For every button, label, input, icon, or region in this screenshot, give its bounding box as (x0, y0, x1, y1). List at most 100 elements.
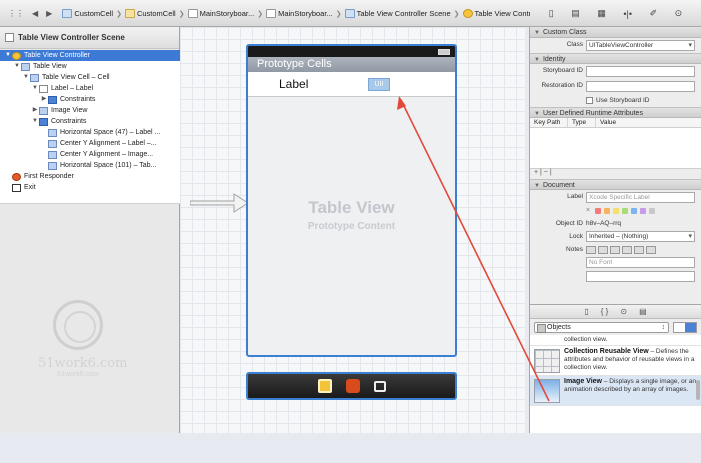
outline-item[interactable]: ▼ Constraints (0, 116, 180, 127)
outline-item[interactable]: ▶ Constraints (0, 94, 180, 105)
connections-inspector-icon[interactable]: ⊙ (675, 8, 683, 19)
constraints-icon (39, 117, 48, 126)
crumb-group[interactable]: CustomCell ❯ (124, 9, 188, 18)
udra-table-header: Key Path Type Value (530, 118, 701, 128)
crumb-project[interactable]: CustomCell ❯ (62, 9, 125, 18)
outline-item[interactable]: Exit (0, 182, 180, 193)
outline-item[interactable]: ▼ Table View (0, 61, 180, 72)
disclosure-triangle-icon[interactable]: ▶ (40, 94, 48, 105)
outline-item[interactable]: Center Y Alignment – Image... (0, 149, 180, 160)
udra-table[interactable] (530, 128, 701, 169)
crumb-arrow-icon: ❯ (116, 10, 122, 18)
cell-image-view[interactable]: UII (368, 78, 390, 91)
attributes-inspector-icon[interactable]: •|• (623, 9, 632, 19)
notes-font-field[interactable]: No Font (586, 257, 695, 268)
color-swatch[interactable] (640, 207, 647, 214)
library-item-collection-reusable-view[interactable]: Collection Reusable View – Defines the a… (530, 346, 701, 376)
file-inspector-icon[interactable]: ▯ (549, 8, 554, 19)
grid-view-icon[interactable] (674, 323, 685, 332)
disclosure-triangle-icon[interactable]: ▼ (13, 61, 21, 72)
crumb-scene[interactable]: Table View Controller Scene ❯ (344, 9, 463, 18)
file-template-tab-icon[interactable]: ▯ (584, 307, 588, 316)
object-library-tab-icon[interactable]: ⊙ (620, 307, 627, 316)
udra-col-keypath[interactable]: Key Path (530, 118, 568, 127)
color-swatch[interactable] (595, 207, 602, 214)
library-view-toggle[interactable] (673, 321, 697, 333)
label-color-swatches: × (586, 207, 656, 214)
disclosure-triangle-icon[interactable]: ▼ (4, 50, 12, 61)
view-icon (48, 139, 57, 148)
outline-item[interactable]: ▶ Image View (0, 105, 180, 116)
outline-item[interactable]: Horizontal Space (101) – Tab... (0, 160, 180, 171)
document-header[interactable]: ▼ Document (530, 179, 701, 190)
disclosure-triangle-icon[interactable]: ▼ (22, 72, 30, 83)
udra-col-value[interactable]: Value (596, 118, 620, 127)
outline-item[interactable]: Center Y Alignment – Label –... (0, 138, 180, 149)
identity-inspector-icon[interactable]: ▦ (597, 8, 606, 19)
view-icon (48, 128, 57, 137)
disclosure-triangle-icon[interactable]: ▼ (31, 116, 39, 127)
constraints-icon (48, 95, 57, 104)
align-justify-icon[interactable] (622, 245, 632, 254)
outline-item[interactable]: First Responder (0, 171, 180, 182)
crumb-view-controller[interactable]: Table View Controller (462, 9, 530, 18)
class-field[interactable]: UITableViewController (586, 40, 695, 51)
align-right-icon[interactable] (610, 245, 620, 254)
storyboard-id-row: Storyboard ID (530, 64, 701, 79)
udra-header[interactable]: ▼ User Defined Runtime Attributes (530, 107, 701, 118)
table-view-controller-scene[interactable]: Prototype Cells Label UII Table View Pro… (246, 44, 457, 357)
outline-item[interactable]: Horizontal Space (47) – Label ... (0, 127, 180, 138)
quick-help-icon[interactable]: ▤ (571, 8, 580, 19)
object-id-label: Object ID (555, 220, 583, 227)
library-scrollbar[interactable] (696, 380, 700, 400)
no-color-icon[interactable]: × (586, 207, 590, 214)
identity-header[interactable]: ▼ Identity (530, 53, 701, 64)
outline-item[interactable]: ▼ Label – Label (0, 83, 180, 94)
color-swatch[interactable] (604, 207, 611, 214)
notes-row: Notes (530, 243, 701, 256)
exit-icon[interactable] (373, 380, 386, 392)
notes-text-area[interactable] (586, 271, 695, 282)
library-item-name: Image View (564, 378, 603, 385)
color-swatch[interactable] (622, 207, 629, 214)
disclosure-triangle-icon[interactable]: ▶ (31, 105, 39, 116)
custom-class-header[interactable]: ▼ Custom Class (530, 27, 701, 38)
prototype-cell[interactable]: Label UII (248, 72, 455, 97)
storyboard-id-field[interactable] (586, 66, 695, 77)
align-center-icon[interactable] (598, 245, 608, 254)
udra-add-remove[interactable]: + | − | (530, 169, 701, 179)
cell-label[interactable]: Label (279, 77, 308, 91)
size-inspector-icon[interactable]: ✐ (650, 8, 658, 19)
doc-label-field[interactable]: Xcode Specific Label (586, 192, 695, 203)
library-list[interactable]: collection view. Collection Reusable Vie… (530, 335, 701, 433)
use-storyboard-id-checkbox[interactable] (586, 97, 593, 104)
lock-select[interactable]: Inherited – (Nothing) (586, 231, 695, 242)
list-view-icon[interactable] (685, 322, 696, 332)
library-item-image-view[interactable]: Image View – Displays a single image, or… (530, 376, 701, 406)
align-left-icon[interactable] (586, 245, 596, 254)
color-swatch[interactable] (613, 207, 620, 214)
media-library-tab-icon[interactable]: ▤ (639, 307, 647, 316)
restoration-id-field[interactable] (586, 81, 695, 92)
highlight-color-icon[interactable] (646, 245, 656, 254)
outline-scene-header[interactable]: Table View Controller Scene (0, 27, 179, 49)
first-responder-icon (12, 172, 21, 181)
code-snippet-tab-icon[interactable]: { } (601, 307, 609, 316)
view-controller-icon[interactable] (317, 379, 332, 393)
crumb-storyboard-file[interactable]: MainStoryboar... ❯ (187, 9, 266, 18)
color-swatch[interactable] (631, 207, 638, 214)
first-responder-icon[interactable] (345, 379, 360, 393)
crumb-storyboard[interactable]: MainStoryboar... ❯ (266, 9, 344, 18)
outline-item[interactable]: ▼ Table View Cell – Cell (0, 72, 180, 83)
color-swatch[interactable] (649, 207, 656, 214)
text-color-icon[interactable] (634, 245, 644, 254)
library-item[interactable]: collection view. (530, 335, 701, 346)
forward-arrow-icon[interactable]: ▶ (42, 9, 56, 18)
udra-col-type[interactable]: Type (568, 118, 596, 127)
related-items-icon[interactable]: ⋮⋮ (4, 9, 28, 18)
outline-item[interactable]: ▼ Table View Controller (0, 50, 180, 61)
disclosure-triangle-icon[interactable]: ▼ (31, 83, 39, 94)
outline-item-label: Constraints (60, 96, 96, 103)
back-arrow-icon[interactable]: ◀ (28, 9, 42, 18)
library-category-select[interactable]: Objects (534, 321, 669, 333)
